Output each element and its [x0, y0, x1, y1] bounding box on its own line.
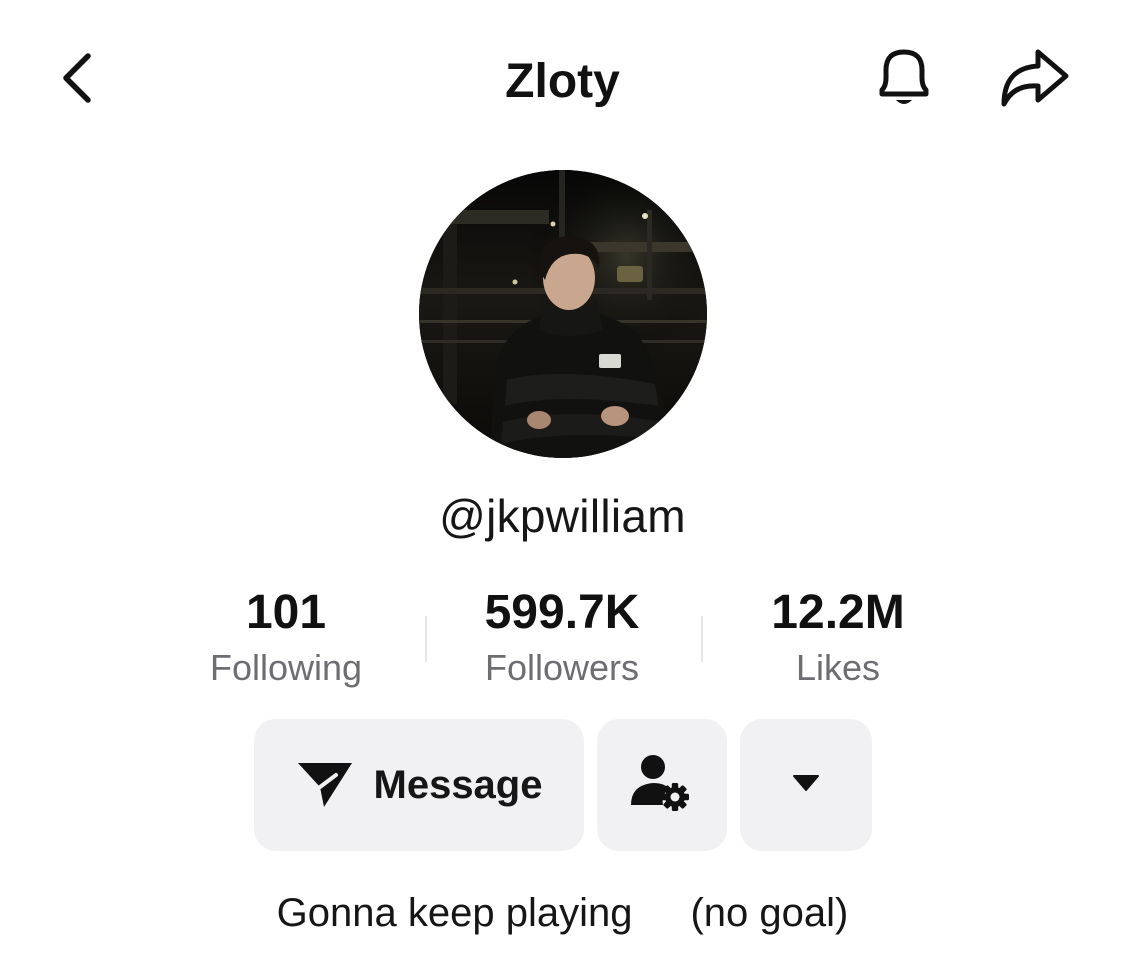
share-button[interactable] [992, 42, 1076, 118]
send-icon [296, 757, 354, 814]
profile-photo [419, 170, 707, 458]
caret-down-icon [792, 774, 820, 797]
bio-text-left: Gonna keep playing [276, 891, 633, 935]
following-stat[interactable]: 101 Following [136, 582, 436, 692]
bio-text-right: (no goal) [690, 891, 849, 935]
followers-count: 599.7K [484, 586, 640, 639]
followers-stat[interactable]: 599.7K Followers [412, 582, 712, 692]
followers-label: Followers [484, 647, 640, 688]
message-button[interactable]: Message [254, 719, 584, 851]
username-handle: @jkpwilliam [439, 490, 686, 542]
person-settings-button[interactable] [597, 719, 727, 851]
notification-bell-button[interactable] [866, 42, 942, 118]
following-count: 101 [245, 586, 327, 639]
more-options-button[interactable] [740, 719, 872, 851]
profile-bio: Gonna keep playing (no goal) [0, 886, 1125, 940]
avatar[interactable] [419, 170, 707, 458]
page-title: Zloty [505, 55, 620, 108]
bell-icon [872, 42, 936, 119]
likes-stat[interactable]: 12.2M Likes [688, 582, 988, 692]
likes-count: 12.2M [771, 586, 905, 639]
following-label: Following [209, 647, 363, 688]
likes-label: Likes [795, 647, 881, 688]
person-settings-icon [631, 753, 693, 818]
message-label: Message [373, 762, 543, 807]
share-arrow-icon [996, 46, 1072, 115]
